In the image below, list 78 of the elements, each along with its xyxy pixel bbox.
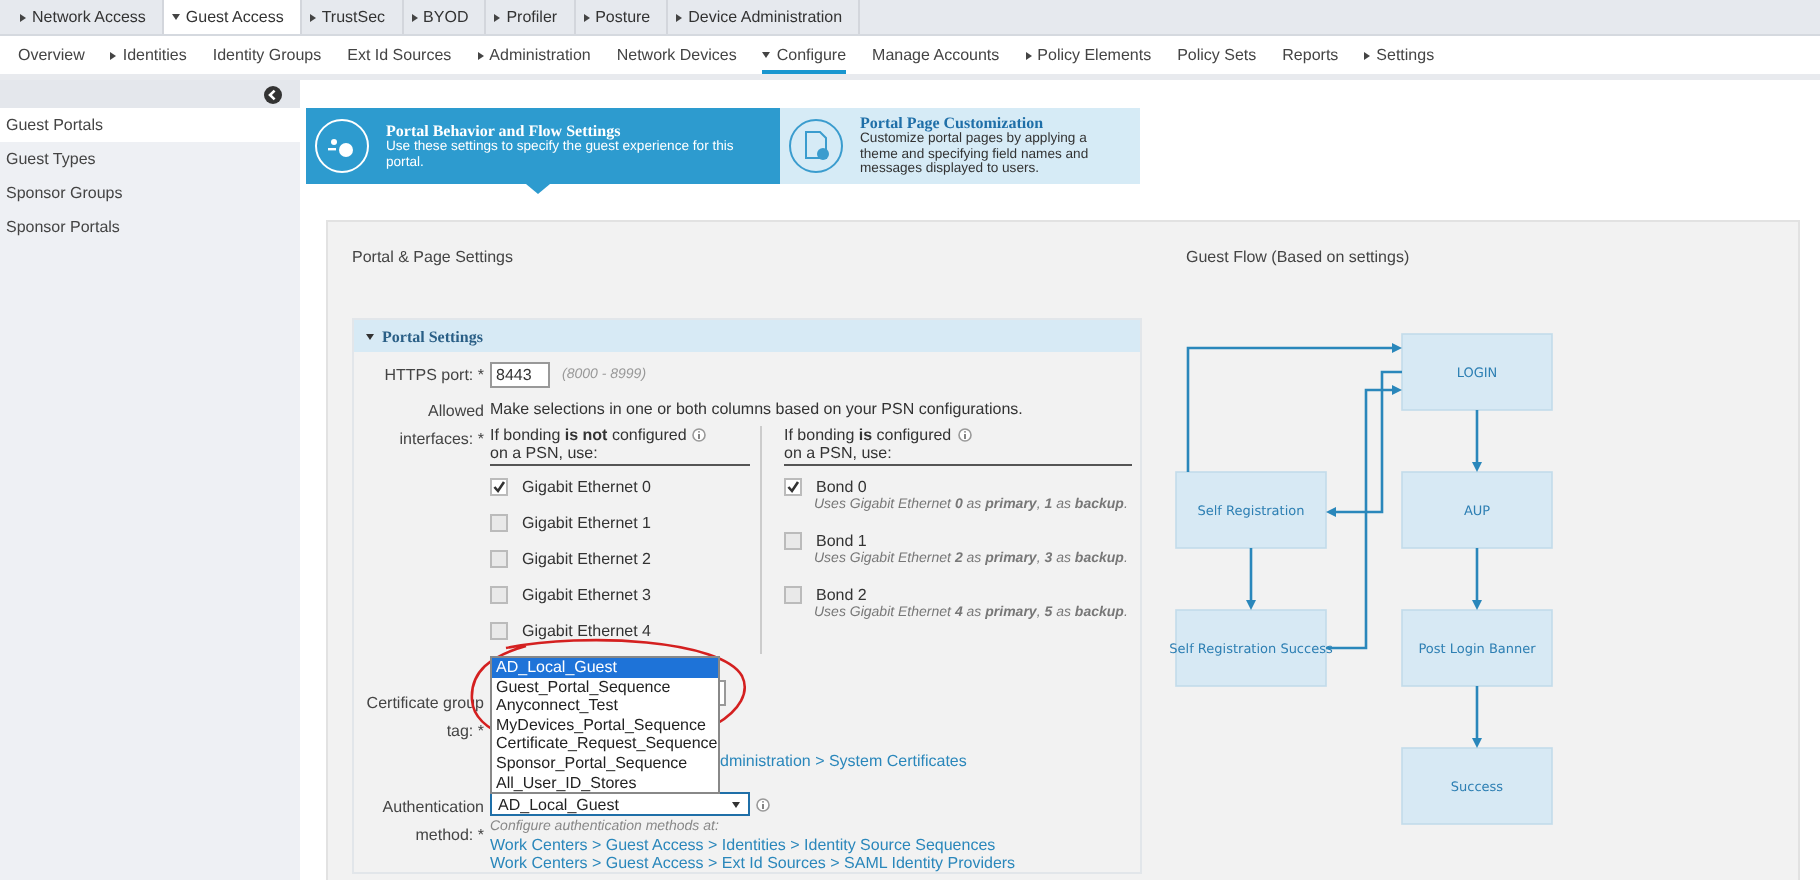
- checkbox-label: Gigabit Ethernet 3: [522, 585, 651, 603]
- field-label: method: *: [415, 826, 484, 844]
- checkbox[interactable]: [490, 549, 508, 567]
- nav-tab[interactable]: Manage Accounts: [872, 36, 1000, 74]
- field-label: interfaces: *: [399, 430, 484, 448]
- checkbox-label: Gigabit Ethernet 1: [522, 513, 651, 531]
- sidebar-item[interactable]: Sponsor Portals: [0, 210, 300, 244]
- sidebar-item[interactable]: Guest Types: [0, 142, 300, 176]
- nav-tab[interactable]: Administration: [477, 36, 591, 74]
- nav-tab[interactable]: Reports: [1282, 36, 1339, 74]
- checkbox-label: Bond 0: [816, 477, 867, 495]
- checkbox-label: Gigabit Ethernet 0: [522, 477, 651, 495]
- sidebar-item[interactable]: Guest Portals: [0, 108, 300, 142]
- nav-tab[interactable]: Settings: [1364, 36, 1435, 74]
- nav-tab[interactable]: Identity Groups: [212, 36, 322, 74]
- checkbox-label: Gigabit Ethernet 4: [522, 621, 651, 639]
- dropdown-option[interactable]: Certificate_Request_Sequence: [492, 734, 718, 754]
- field-label: tag: *: [446, 722, 484, 740]
- dropdown-option[interactable]: All_User_ID_Stores: [492, 773, 718, 793]
- checkbox[interactable]: [490, 513, 508, 531]
- nav-tab[interactable]: Device Administration: [668, 0, 861, 34]
- caret-icon: [366, 333, 374, 339]
- nav-tab[interactable]: Posture: [575, 0, 669, 34]
- flow-arrow: [1246, 548, 1256, 610]
- field-label: Authentication: [382, 798, 484, 816]
- column-heading: on a PSN, use:: [490, 444, 598, 462]
- dropdown-option[interactable]: AD_Local_Guest: [492, 658, 718, 678]
- checkbox[interactable]: [490, 477, 508, 495]
- nav-tab[interactable]: Configure: [762, 36, 847, 74]
- nav-tab[interactable]: Ext Id Sources: [347, 36, 452, 74]
- nav-tab[interactable]: Overview: [18, 36, 85, 74]
- nav-tab[interactable]: TrustSec: [301, 0, 404, 34]
- nav-tab[interactable]: Profiler: [486, 0, 576, 34]
- nav-tab[interactable]: Policy Elements: [1025, 36, 1152, 74]
- step-title: Portal Page Customization: [860, 114, 1044, 133]
- checkbox[interactable]: [490, 621, 508, 639]
- nav-tab[interactable]: Guest Access: [163, 0, 302, 34]
- dropdown-option[interactable]: MyDevices_Portal_Sequence: [492, 715, 718, 735]
- sidebar-item[interactable]: Sponsor Groups: [0, 176, 300, 210]
- nav-tab[interactable]: BYOD: [403, 0, 487, 34]
- column-heading: If bonding is not configured: [490, 426, 687, 444]
- checkbox[interactable]: [784, 477, 802, 495]
- instructions-text: Make selections in one or both columns based on your PSN configurations.: [490, 400, 1025, 420]
- checkbox[interactable]: [784, 531, 802, 549]
- authentication-select[interactable]: AD_Local_Guest: [490, 792, 750, 816]
- info-icon[interactable]: [756, 797, 770, 811]
- flow-title: Guest Flow (Based on settings): [1186, 248, 1412, 268]
- settings-link[interactable]: Work Centers > Guest Access > Ext Id Sources > SAML Identity Providers: [490, 854, 1016, 872]
- flow-arrow: [1472, 410, 1482, 472]
- checkbox-label: Bond 2: [816, 585, 867, 603]
- column-heading: on a PSN, use:: [784, 444, 892, 462]
- info-icon[interactable]: [957, 428, 972, 442]
- certificates-link[interactable]: dministration > System Certificates: [720, 751, 967, 769]
- caret-icon: [732, 801, 740, 807]
- checkbox[interactable]: [490, 585, 508, 603]
- checkbox-label: Bond 1: [816, 531, 867, 549]
- flow-arrow: [1472, 548, 1482, 610]
- document-icon: [788, 118, 844, 174]
- port-field[interactable]: 8443: [490, 361, 550, 387]
- step-pointer: [526, 184, 550, 194]
- dropdown-option[interactable]: Guest_Portal_Sequence: [492, 677, 718, 697]
- dropdown-option[interactable]: Sponsor_Portal_Sequence: [492, 753, 718, 774]
- settings-link[interactable]: Work Centers > Guest Access > Identities > Identity Source Sequences: [490, 836, 996, 854]
- step-title: Portal Behavior and Flow Settings: [386, 122, 623, 140]
- flow-arrow: [1472, 686, 1482, 748]
- dropdown-option[interactable]: Anyconnect_Test: [492, 696, 718, 716]
- info-icon[interactable]: [692, 428, 707, 442]
- field-label: Allowed: [427, 402, 484, 420]
- checkbox[interactable]: [784, 585, 802, 603]
- nav-tab[interactable]: Identities: [110, 36, 187, 74]
- nav-tab[interactable]: Policy Sets: [1177, 36, 1257, 74]
- collapse-icon[interactable]: [264, 85, 282, 103]
- section-header[interactable]: Portal Settings: [354, 320, 1140, 352]
- checkbox-label: Gigabit Ethernet 2: [522, 549, 651, 567]
- field-label: HTTPS port: *: [384, 365, 484, 383]
- column-heading: If bonding is configured: [784, 426, 952, 444]
- panel-title: Portal & Page Settings: [352, 248, 515, 268]
- nav-tab[interactable]: Network Devices: [616, 36, 737, 74]
